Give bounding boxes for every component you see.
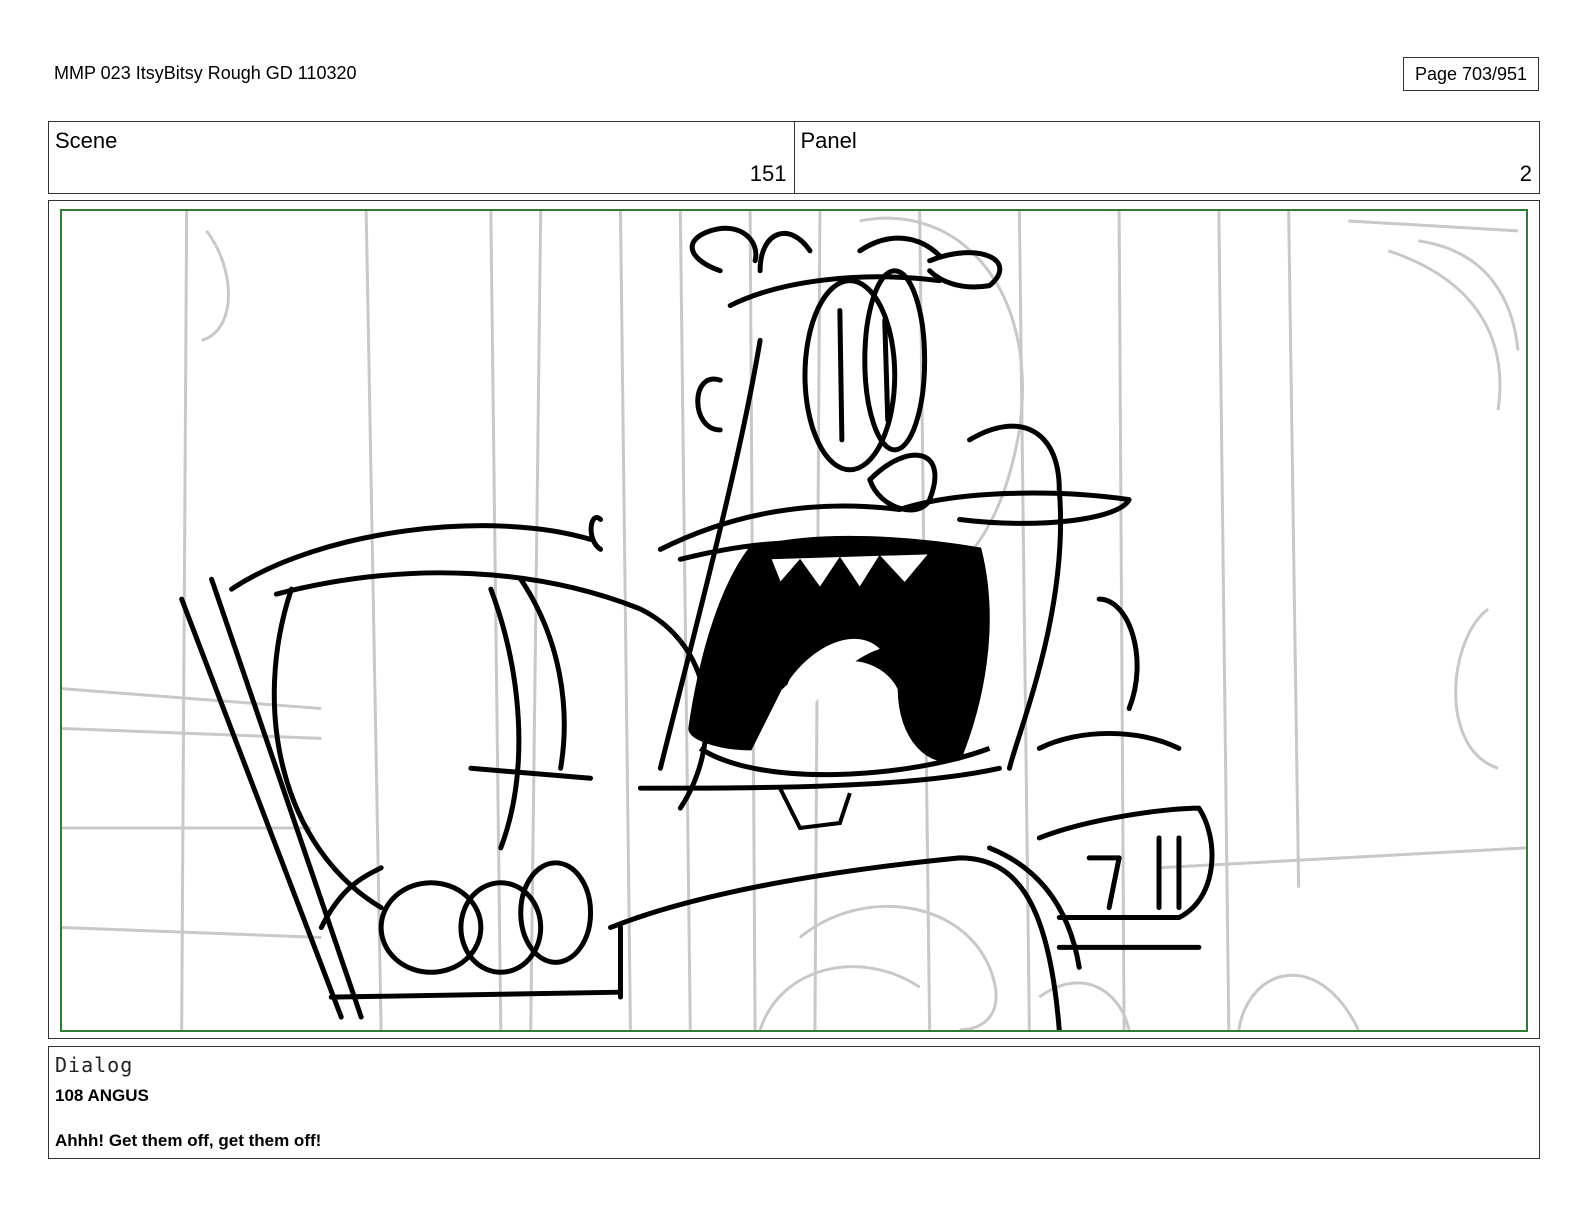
storyboard-sketch-icon	[62, 211, 1526, 1030]
dialog-label: Dialog	[55, 1053, 134, 1077]
dialog-box: Dialog 108 ANGUS Ahhh! Get them off, get…	[48, 1046, 1540, 1159]
storyboard-panel-frame	[48, 200, 1540, 1039]
scene-number: 151	[749, 161, 787, 186]
page-number: Page 703/951	[1403, 57, 1539, 91]
panel-label: Panel	[800, 128, 857, 153]
document-title: MMP 023 ItsyBitsy Rough GD 110320	[54, 63, 357, 83]
dialog-speaker: 108 ANGUS	[55, 1086, 149, 1105]
scene-cell: Scene 151	[49, 122, 794, 193]
safe-area-guide	[60, 209, 1528, 1032]
dialog-line: Ahhh! Get them off, get them off!	[55, 1131, 322, 1150]
panel-cell: Panel 2	[793, 122, 1540, 193]
scene-label: Scene	[55, 128, 118, 153]
panel-number: 2	[1519, 161, 1532, 186]
scene-panel-header: Scene 151 Panel 2	[48, 121, 1540, 194]
